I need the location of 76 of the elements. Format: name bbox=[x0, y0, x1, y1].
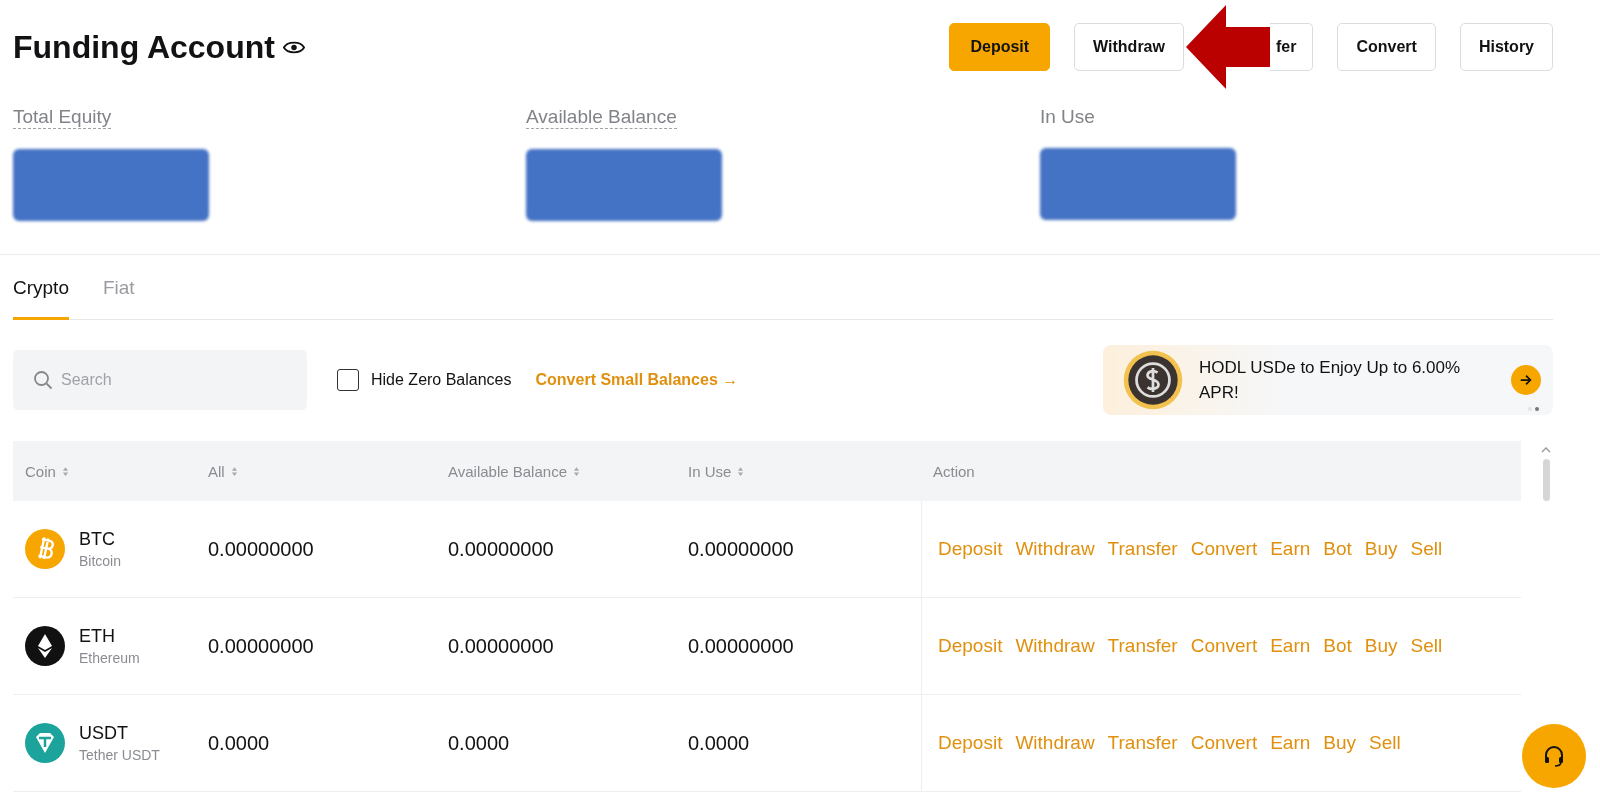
tab[interactable]: Fiat bbox=[102, 277, 135, 320]
coin-name: Bitcoin bbox=[79, 553, 122, 569]
coin-drawing bbox=[1121, 348, 1185, 412]
coin-symbol: USDT bbox=[79, 723, 129, 744]
balance-label: Total Equity bbox=[13, 106, 112, 129]
coin-icon bbox=[25, 723, 65, 763]
sort-icon[interactable] bbox=[737, 465, 745, 477]
arrow-icon bbox=[1519, 373, 1533, 387]
column-header: Available Balance bbox=[448, 462, 567, 480]
sort-icon[interactable] bbox=[61, 465, 69, 477]
action-link[interactable]: Buy bbox=[1364, 538, 1398, 560]
checkbox-label: Hide Zero Balances bbox=[371, 371, 512, 389]
column-header: All bbox=[208, 462, 225, 480]
coin-icon bbox=[25, 626, 65, 666]
sort-icon[interactable] bbox=[573, 465, 580, 477]
table-cell-text: 0.00000000 bbox=[207, 633, 315, 659]
arrow-button[interactable] bbox=[1511, 365, 1541, 395]
search-icon bbox=[33, 370, 53, 390]
column-header: Action bbox=[933, 462, 975, 480]
action-link[interactable]: Withdraw bbox=[1015, 635, 1095, 657]
deposit-button[interactable]: Deposit bbox=[949, 23, 1051, 71]
balance-label: In Use bbox=[1040, 106, 1095, 128]
action-link[interactable]: Sell bbox=[1369, 732, 1401, 754]
checkbox[interactable] bbox=[337, 369, 359, 391]
action-link[interactable]: Transfer bbox=[1107, 635, 1178, 657]
table-cell-text: 0.0000 bbox=[447, 730, 511, 756]
action-link[interactable]: Bot bbox=[1323, 635, 1352, 657]
eye-icon[interactable] bbox=[282, 39, 305, 55]
tab[interactable]: Crypto bbox=[13, 277, 69, 320]
action-link[interactable]: Sell bbox=[1410, 635, 1443, 657]
action-link[interactable]: Convert bbox=[1190, 635, 1258, 657]
action-link[interactable]: Buy bbox=[1364, 635, 1398, 657]
pager-dot[interactable] bbox=[1535, 407, 1539, 411]
coin-symbol: ETH bbox=[79, 626, 116, 647]
action-link[interactable]: Transfer bbox=[1107, 732, 1178, 754]
search-field[interactable]: Search bbox=[13, 350, 307, 410]
action-link[interactable]: Earn bbox=[1270, 732, 1311, 754]
table-cell-text: 0.0000 bbox=[207, 730, 271, 756]
coin-symbol: BTC bbox=[79, 529, 116, 550]
header-button[interactable]: Withdraw bbox=[1074, 23, 1184, 71]
action-link[interactable]: Convert bbox=[1190, 732, 1258, 754]
table-cell-text: 0.00000000 bbox=[447, 633, 555, 659]
action-link[interactable]: Deposit bbox=[938, 732, 1003, 754]
column-header: Coin bbox=[25, 462, 56, 480]
action-link[interactable]: Buy bbox=[1323, 732, 1357, 754]
table-cell-text: 0.00000000 bbox=[687, 536, 795, 562]
header-button[interactable]: History bbox=[1459, 23, 1553, 71]
action-link[interactable]: Sell bbox=[1410, 538, 1443, 560]
table-cell-text: 0.00000000 bbox=[447, 536, 555, 562]
action-link[interactable]: Deposit bbox=[938, 635, 1003, 657]
sort-icon[interactable] bbox=[230, 465, 238, 477]
convert-link[interactable]: Convert Small Balances → bbox=[535, 371, 739, 389]
page-title: Funding Account bbox=[13, 28, 275, 66]
coin-icon bbox=[25, 529, 65, 569]
table-cell-text: 0.00000000 bbox=[687, 633, 795, 659]
coin-name: Tether USDT bbox=[79, 747, 160, 763]
header-button[interactable]: fer bbox=[1269, 23, 1314, 71]
action-link[interactable]: Deposit bbox=[938, 538, 1003, 560]
headset-icon bbox=[1542, 744, 1566, 768]
column-header: In Use bbox=[688, 462, 732, 480]
action-link[interactable]: Withdraw bbox=[1015, 538, 1095, 560]
caret-icon[interactable] bbox=[1541, 447, 1551, 453]
action-link[interactable]: Earn bbox=[1270, 635, 1311, 657]
scrollbar-thumb[interactable] bbox=[1542, 459, 1550, 501]
action-link[interactable]: Transfer bbox=[1107, 538, 1178, 560]
action-link[interactable]: Earn bbox=[1270, 538, 1311, 560]
table-cell-text: 0.0000 bbox=[687, 730, 751, 756]
balance-label: Available Balance bbox=[526, 106, 677, 129]
promo-text: HODL USDe to Enjoy Up to 6.00% APR! bbox=[1199, 357, 1462, 404]
promo-banner[interactable]: HODL USDe to Enjoy Up to 6.00% APR! bbox=[1103, 345, 1553, 415]
table-cell-text: 0.00000000 bbox=[207, 536, 315, 562]
action-link[interactable]: Convert bbox=[1190, 538, 1258, 560]
action-link[interactable]: Bot bbox=[1323, 538, 1352, 560]
header-button[interactable]: Convert bbox=[1337, 23, 1436, 71]
coin-name: Ethereum bbox=[79, 650, 140, 666]
action-link[interactable]: Withdraw bbox=[1015, 732, 1095, 754]
